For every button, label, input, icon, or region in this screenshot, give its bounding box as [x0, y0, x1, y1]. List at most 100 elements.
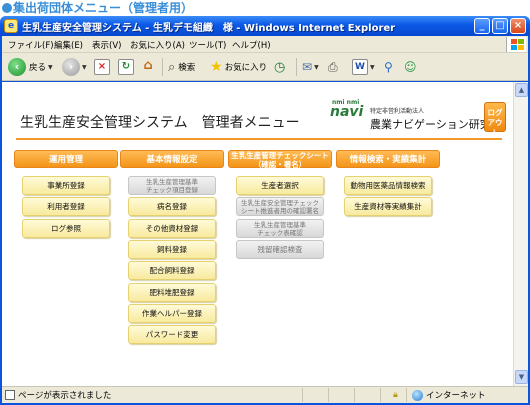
title-divider — [16, 138, 502, 140]
menu-button[interactable]: 事業所登録 — [22, 176, 110, 195]
status-bar: ページが表示されました 🔒︎ インターネット — [2, 386, 528, 403]
chevron-down-icon: ▼ — [82, 63, 87, 71]
messenger-button[interactable]: ☺ — [404, 57, 417, 77]
print-button[interactable]: ⎙ — [328, 57, 338, 77]
menu-bar: ファイル(F) 編集(E) 表示(V) お気に入り(A) ツール(T) ヘルプ(… — [2, 36, 528, 53]
menu-file[interactable]: ファイル(F) — [8, 39, 54, 51]
menu-button[interactable]: 作業ヘルパー登録 — [128, 304, 216, 323]
home-button[interactable]: ⌂ — [140, 57, 156, 77]
lock-icon: 🔒︎ — [393, 390, 398, 400]
menu-button-label: 病名登録 — [157, 202, 187, 211]
column-header-line: 情報検索・実績集計 — [349, 155, 427, 165]
menu-button[interactable]: 配合飼料登録 — [128, 261, 216, 280]
chevron-down-icon: ▼ — [370, 63, 375, 71]
menu-view[interactable]: 表示(V) — [92, 39, 121, 51]
status-divider — [328, 388, 329, 402]
menu-button-label: 飼料登録 — [157, 245, 187, 254]
close-button[interactable]: × — [510, 18, 526, 34]
favorites-button[interactable]: ★ お気に入り — [210, 57, 267, 77]
scroll-down-icon[interactable]: ▼ — [515, 370, 528, 384]
favorites-label: お気に入り — [224, 63, 268, 73]
word-icon: W — [352, 59, 368, 75]
menu-button-label: 作業ヘルパー登録 — [142, 309, 202, 318]
status-divider — [354, 388, 355, 402]
status-text: ページが表示されました — [18, 391, 112, 401]
mail-button[interactable]: ✉ ▼ — [302, 57, 319, 77]
minimize-button[interactable]: _ — [474, 18, 490, 34]
star-icon: ★ — [210, 59, 223, 75]
browser-window: e 生乳生産安全管理システム - 生乳デモ組織 様 - Windows Inte… — [0, 16, 530, 405]
menu-button[interactable]: 生産資材等実績集計 — [344, 197, 432, 216]
column-header-line: 運用管理 — [48, 155, 83, 165]
history-icon: ◷ — [274, 59, 286, 75]
stop-button[interactable]: × — [94, 57, 110, 77]
menu-button-label: ログ参照 — [51, 224, 81, 233]
print-icon: ⎙ — [328, 59, 338, 74]
menu-button[interactable]: 飼料登録 — [128, 240, 216, 259]
stop-icon: × — [94, 59, 110, 75]
menu-button[interactable]: 生乳生産管理基準 チェック項目登録 — [128, 176, 216, 195]
window-title: 生乳生産安全管理システム - 生乳デモ組織 様 - Windows Intern… — [22, 23, 396, 34]
back-arrow-icon: ‹ — [8, 58, 26, 76]
logout-label-line2: アウト — [487, 118, 503, 137]
page-title: 生乳生産安全管理システム 管理者メニュー — [20, 115, 300, 131]
status-divider — [406, 388, 407, 402]
scroll-up-icon[interactable]: ▲ — [515, 83, 528, 97]
menu-button[interactable]: 生乳生産安全管理チェック シート推進者用の確認署名 — [236, 197, 324, 216]
column-header-line: 基本情報設定 — [146, 155, 198, 165]
research-button[interactable]: ⚲ — [384, 57, 393, 77]
menu-column-basic-settings: 基本情報設定生乳生産管理基準 チェック項目登録病名登録その他資材登録飼料登録配合飼… — [120, 150, 224, 344]
vertical-scrollbar[interactable]: ▲ ▼ — [513, 82, 528, 386]
menu-tools[interactable]: ツール(T) — [189, 39, 226, 51]
page-icon — [5, 390, 15, 400]
menu-button[interactable]: 病名登録 — [128, 197, 216, 216]
menu-button-label: 配合飼料登録 — [149, 266, 195, 275]
menu-button-label: シート推進者用の確認署名 — [241, 206, 319, 215]
menu-button-label: 生産資材等実績集計 — [354, 202, 422, 211]
menu-button[interactable]: 生乳生産管理基準 チェック表確認 — [236, 219, 324, 238]
menu-column-operations: 運用管理事業所登録利用者登録ログ参照 — [14, 150, 118, 238]
toolbar-separator — [296, 58, 297, 76]
search-icon: ⌕ — [168, 59, 176, 75]
ie-icon: e — [4, 19, 18, 33]
history-button[interactable]: ◷ — [274, 57, 285, 77]
menu-button-label: 事業所登録 — [47, 181, 85, 190]
menu-button-label: 生産者選択 — [261, 181, 299, 190]
refresh-icon: ↻ — [118, 59, 134, 75]
menu-button[interactable]: 生産者選択 — [236, 176, 324, 195]
back-label: 戻る — [29, 63, 47, 73]
menu-help[interactable]: ヘルプ(H) — [232, 39, 271, 51]
column-header: 情報検索・実績集計 — [336, 150, 440, 168]
research-icon: ⚲ — [384, 60, 393, 74]
logo-mark-small: nmi nmi — [332, 99, 360, 106]
forward-arrow-icon: › — [62, 58, 80, 76]
menu-button-label: 利用者登録 — [47, 202, 85, 211]
menu-button[interactable]: ログ参照 — [22, 219, 110, 238]
menu-button-label: 残留確認検査 — [257, 245, 303, 254]
menu-edit[interactable]: 編集(E) — [54, 39, 83, 51]
home-icon: ⌂ — [143, 58, 153, 73]
search-label: 検索 — [178, 63, 196, 73]
menu-button[interactable]: 肥料堆肥登録 — [128, 283, 216, 302]
toolbar-separator — [162, 58, 163, 76]
menu-favorites[interactable]: お気に入り(A) — [130, 39, 185, 51]
back-button[interactable]: ‹ 戻る ▼ — [8, 57, 53, 77]
forward-button[interactable]: › ▼ — [62, 57, 87, 77]
logout-button[interactable]: ログ アウト — [484, 102, 506, 137]
edit-button[interactable]: W ▼ — [352, 57, 375, 77]
refresh-button[interactable]: ↻ — [118, 57, 134, 77]
maximize-button[interactable]: □ — [492, 18, 508, 34]
column-header: 基本情報設定 — [120, 150, 224, 168]
menu-column-search-aggregation: 情報検索・実績集計動物用医薬品情報検索生産資材等実績集計 — [336, 150, 440, 216]
chevron-down-icon: ▼ — [48, 63, 53, 71]
menu-button[interactable]: 利用者登録 — [22, 197, 110, 216]
menu-button[interactable]: 残留確認検査 — [236, 240, 324, 259]
search-button[interactable]: ⌕ 検索 — [168, 57, 195, 77]
column-header-line: （確認・署名） — [253, 159, 307, 169]
menu-button[interactable]: その他資材登録 — [128, 219, 216, 238]
organization-logo: nmi nmi navi 特定非営利活動法人 農業ナビゲーション研究所 — [330, 99, 502, 134]
menu-button-label: チェック項目登録 — [146, 185, 198, 194]
menu-button[interactable]: 動物用医薬品情報検索 — [344, 176, 432, 195]
logo-mark: navi — [330, 104, 364, 120]
menu-button[interactable]: パスワード変更 — [128, 325, 216, 344]
